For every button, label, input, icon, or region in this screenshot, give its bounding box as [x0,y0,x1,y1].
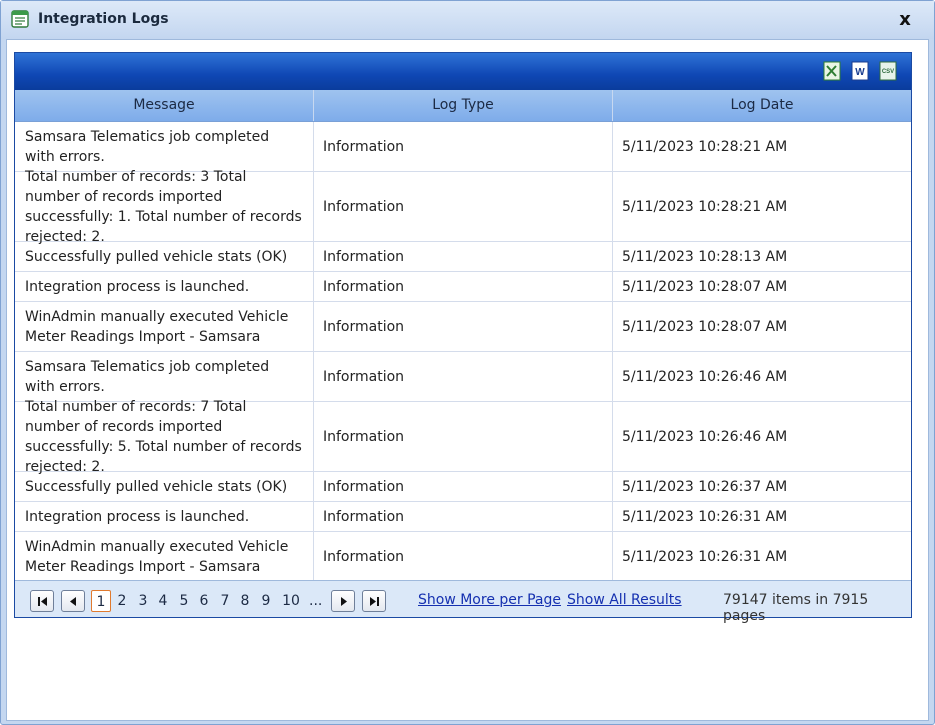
table-row[interactable]: Integration process is launched. Informa… [15,272,911,302]
excel-icon [823,61,841,81]
message-cell: Samsara Telematics job completed with er… [15,122,314,171]
log-date-cell: 5/11/2023 10:26:46 AM [622,368,788,385]
log-type-cell: Information [314,272,613,301]
last-page-button[interactable] [362,590,386,612]
log-type-cell: Information [314,242,613,271]
svg-text:CSV: CSV [882,69,894,75]
page-number-3[interactable]: 3 [137,590,149,612]
next-page-icon [341,597,347,606]
message-cell: WinAdmin manually executed Vehicle Meter… [15,302,314,351]
window-content: W CSV Message Log Type Log Date Samsara … [6,39,929,721]
grid-body: Samsara Telematics job completed with er… [15,122,911,582]
item-count: 79147 [723,592,768,608]
integration-logs-window: Integration Logs x W CSV Message Log Typ… [0,0,935,725]
logs-grid: W CSV Message Log Type Log Date Samsara … [14,52,912,624]
message-cell: Successfully pulled vehicle stats (OK) [15,472,314,501]
close-button[interactable]: x [895,10,915,30]
show-all-results-link[interactable]: Show All Results [567,592,682,608]
show-more-per-page-link[interactable]: Show More per Page [418,592,561,608]
log-date-cell: 5/11/2023 10:28:21 AM [622,138,788,155]
message-cell: WinAdmin manually executed Vehicle Meter… [15,532,314,582]
table-row[interactable]: Integration process is launched. Informa… [15,502,911,532]
column-header-message[interactable]: Message [15,90,314,121]
first-page-button[interactable] [30,590,54,612]
message-cell: Total number of records: 3 Total number … [15,169,314,245]
table-row[interactable]: WinAdmin manually executed Vehicle Meter… [15,302,911,352]
message-cell: Integration process is launched. [15,272,314,301]
items-in-label: items in [772,592,829,608]
column-header-log-date[interactable]: Log Date [613,90,911,121]
pages-label: pages [723,608,766,624]
column-header-log-type[interactable]: Log Type [314,90,613,121]
message-cell: Integration process is launched. [15,502,314,531]
page-ellipsis[interactable]: ... [309,590,322,612]
svg-text:W: W [855,67,865,78]
page-number-6[interactable]: 6 [198,590,210,612]
log-type-cell: Information [314,472,613,501]
title-bar[interactable]: Integration Logs x [1,1,934,39]
window-title: Integration Logs [38,11,169,27]
export-word-button[interactable]: W [851,61,869,81]
message-cell: Successfully pulled vehicle stats (OK) [15,242,314,271]
page-count: 7915 [832,592,869,608]
pager-summary: 79147 items in 7915 pages [723,592,911,624]
log-date-cell: 5/11/2023 10:26:46 AM [622,428,788,445]
table-row[interactable]: Samsara Telematics job completed with er… [15,352,911,402]
log-type-cell: Information [314,302,613,351]
log-type-cell: Information [314,532,613,582]
log-type-cell: Information [314,172,613,241]
next-page-button[interactable] [331,590,355,612]
page-number-5[interactable]: 5 [178,590,190,612]
log-date-cell: 5/11/2023 10:26:31 AM [622,508,788,525]
page-number-9[interactable]: 9 [260,590,272,612]
grid-pager: 1 2 3 4 5 6 7 8 9 10 ... Show More per P… [15,580,911,624]
page-number-10[interactable]: 10 [281,590,301,612]
first-page-icon [38,597,47,606]
log-date-cell: 5/11/2023 10:28:07 AM [622,318,788,335]
page-number-8[interactable]: 8 [239,590,251,612]
log-date-cell: 5/11/2023 10:26:31 AM [622,549,788,565]
log-date-cell: 5/11/2023 10:28:21 AM [622,198,788,215]
table-row[interactable]: Successfully pulled vehicle stats (OK) I… [15,242,911,272]
page-number-4[interactable]: 4 [157,590,169,612]
log-type-cell: Information [314,352,613,401]
table-row[interactable]: Successfully pulled vehicle stats (OK) I… [15,472,911,502]
export-excel-button[interactable] [823,61,841,81]
previous-page-icon [70,597,76,606]
csv-icon: CSV [879,61,897,81]
message-cell: Samsara Telematics job completed with er… [15,352,314,401]
export-csv-button[interactable]: CSV [879,61,897,81]
table-row[interactable]: Total number of records: 7 Total number … [15,399,911,475]
previous-page-button[interactable] [61,590,85,612]
table-row[interactable]: Total number of records: 3 Total number … [15,169,911,245]
log-type-cell: Information [314,402,613,471]
log-date-cell: 5/11/2023 10:28:07 AM [622,278,788,295]
close-icon: x [899,9,911,30]
table-row[interactable]: WinAdmin manually executed Vehicle Meter… [15,532,911,582]
page-number-1[interactable]: 1 [91,590,111,612]
last-page-icon [370,597,379,606]
log-type-cell: Information [314,502,613,531]
message-cell: Total number of records: 7 Total number … [15,399,314,475]
word-icon: W [851,61,869,81]
log-type-cell: Information [314,122,613,171]
page-number-2[interactable]: 2 [116,590,128,612]
table-row[interactable]: Samsara Telematics job completed with er… [15,122,911,172]
page-number-7[interactable]: 7 [219,590,231,612]
log-date-cell: 5/11/2023 10:28:13 AM [622,248,788,265]
grid-header-row: Message Log Type Log Date [15,90,911,122]
log-date-cell: 5/11/2023 10:26:37 AM [622,478,788,495]
grid-toolbar: W CSV [15,53,911,90]
log-document-icon [11,10,29,28]
